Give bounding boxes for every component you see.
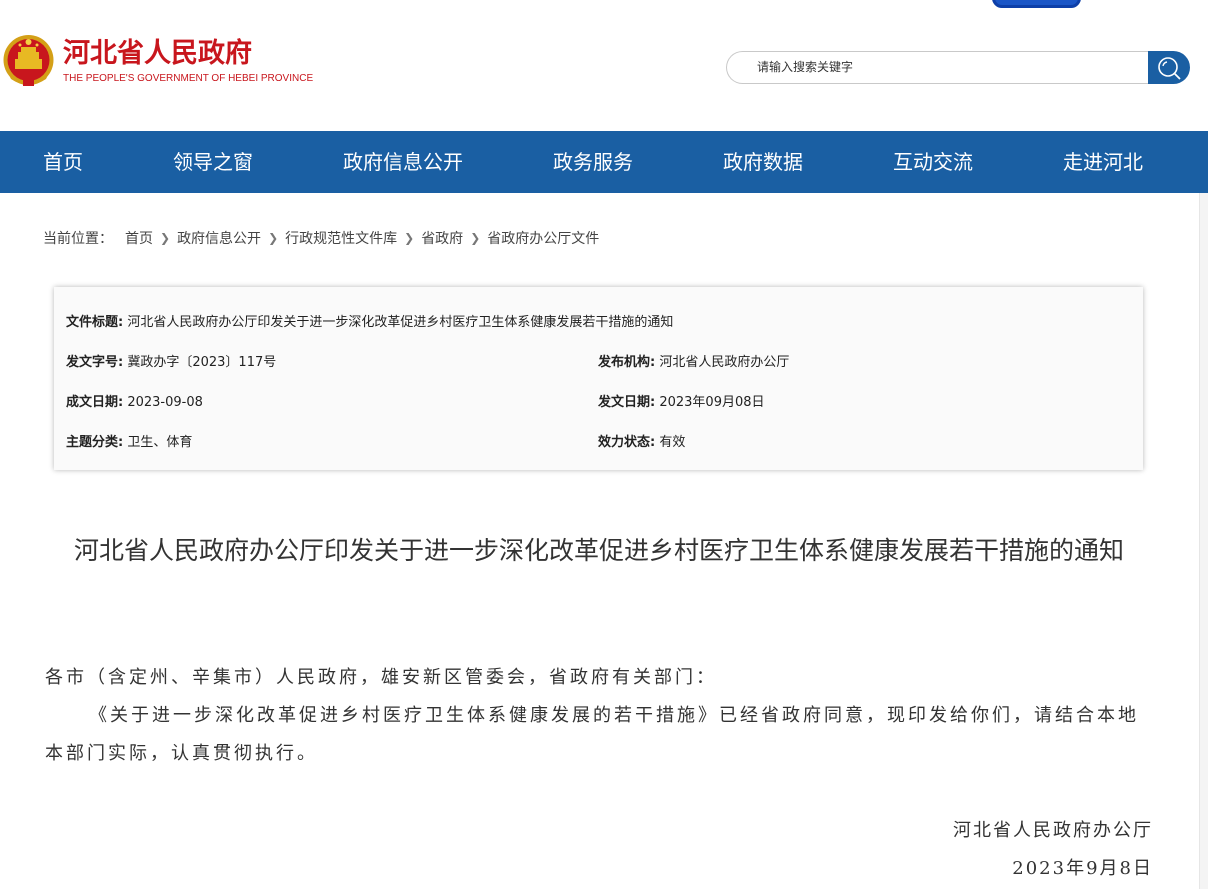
breadcrumb-item[interactable]: 省政府 (421, 228, 463, 248)
search-input[interactable]: 请输入搜索关键字 (726, 51, 1148, 84)
info-issued: 发文日期: 2023年09月08日 (598, 391, 765, 410)
info-issuer-value: 河北省人民政府办公厅 (659, 355, 790, 370)
site-logo[interactable]: 河北省人民政府 THE PEOPLE'S GOVERNMENT OF HEBEI… (2, 33, 313, 89)
chevron-right-icon: ❯ (404, 231, 415, 245)
article-salutation: 各市（含定州、辛集市）人民政府，雄安新区管委会，省政府有关部门： (45, 667, 717, 688)
info-status: 效力状态: 有效 (598, 431, 685, 450)
info-topic-value: 卫生、体育 (127, 435, 193, 450)
scrollbar-track[interactable] (1199, 193, 1208, 889)
info-issued-label: 发文日期: (598, 395, 656, 410)
document-info-box: 文件标题: 河北省人民政府办公厅印发关于进一步深化改革促进乡村医疗卫生体系健康发… (54, 287, 1143, 470)
nav-item-interaction[interactable]: 互动交流 (893, 131, 973, 193)
chevron-right-icon: ❯ (268, 231, 279, 245)
nav-item-home[interactable]: 首页 (43, 131, 83, 193)
info-doc-no-value: 冀政办字〔2023〕117号 (127, 355, 277, 370)
article-signature: 河北省人民政府办公厅 (953, 820, 1153, 841)
info-status-value: 有效 (659, 435, 686, 450)
info-title-label: 文件标题: (66, 315, 124, 330)
breadcrumb-item[interactable]: 省政府办公厅文件 (487, 228, 599, 248)
breadcrumb-item[interactable]: 行政规范性文件库 (285, 228, 397, 248)
info-issued-value: 2023年09月08日 (659, 395, 765, 410)
top-badge[interactable] (992, 0, 1081, 8)
info-issuer-label: 发布机构: (598, 355, 656, 370)
info-topic-label: 主题分类: (66, 435, 124, 450)
chevron-right-icon: ❯ (160, 231, 171, 245)
site-name-en: THE PEOPLE'S GOVERNMENT OF HEBEI PROVINC… (63, 72, 314, 84)
info-status-label: 效力状态: (598, 435, 656, 450)
main-nav: 首页 领导之窗 政府信息公开 政务服务 政府数据 互动交流 走进河北 (0, 131, 1208, 193)
search-icon (1158, 56, 1181, 80)
info-doc-no: 发文字号: 冀政办字〔2023〕117号 (66, 351, 276, 370)
article-date: 2023年9月8日 (1012, 858, 1153, 879)
info-created-value: 2023-09-08 (127, 395, 203, 410)
info-title-value: 河北省人民政府办公厅印发关于进一步深化改革促进乡村医疗卫生体系健康发展若干措施的… (127, 315, 674, 330)
info-issuer: 发布机构: 河北省人民政府办公厅 (598, 351, 789, 370)
nav-item-about-hebei[interactable]: 走进河北 (1063, 131, 1143, 193)
nav-item-leaders[interactable]: 领导之窗 (173, 131, 253, 193)
info-title: 文件标题: 河北省人民政府办公厅印发关于进一步深化改革促进乡村医疗卫生体系健康发… (66, 311, 673, 330)
breadcrumb-item[interactable]: 政府信息公开 (177, 228, 261, 248)
nav-item-info-disclosure[interactable]: 政府信息公开 (343, 131, 463, 193)
info-topic: 主题分类: 卫生、体育 (66, 431, 192, 450)
breadcrumb-item[interactable]: 首页 (125, 228, 153, 248)
chevron-right-icon: ❯ (470, 231, 481, 245)
info-created: 成文日期: 2023-09-08 (66, 391, 203, 410)
search-button[interactable] (1148, 51, 1190, 84)
article-body: 《关于进一步深化改革促进乡村医疗卫生体系健康发展的若干措施》已经省政府同意，现印… (45, 705, 1139, 764)
article-title: 河北省人民政府办公厅印发关于进一步深化改革促进乡村医疗卫生体系健康发展若干措施的… (73, 536, 1124, 565)
nav-item-data[interactable]: 政府数据 (723, 131, 803, 193)
site-name: 河北省人民政府 (63, 37, 252, 69)
breadcrumb-prefix: 当前位置： (43, 231, 113, 247)
info-doc-no-label: 发文字号: (66, 355, 124, 370)
nav-item-services[interactable]: 政务服务 (553, 131, 633, 193)
breadcrumb: 当前位置： 首页 ❯ 政府信息公开 ❯ 行政规范性文件库 ❯ 省政府 ❯ 省政府… (43, 228, 599, 248)
national-emblem-icon (3, 35, 54, 86)
info-created-label: 成文日期: (66, 395, 124, 410)
